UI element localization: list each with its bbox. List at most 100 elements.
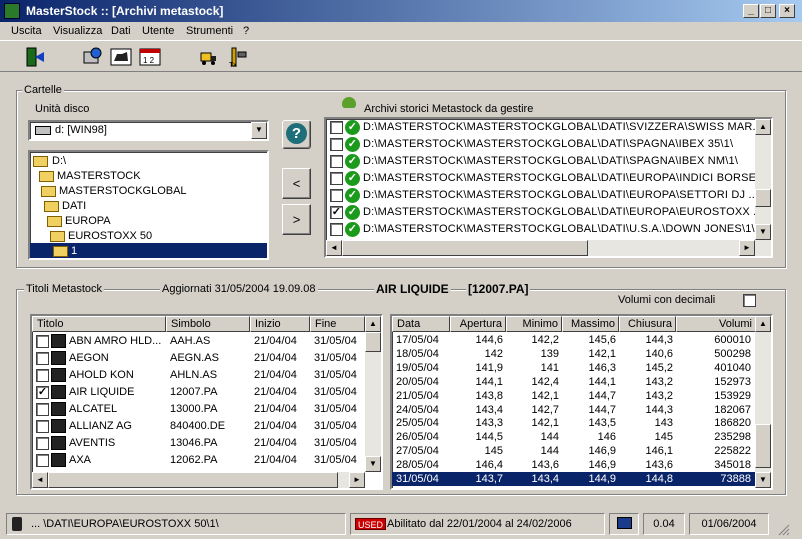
col-header-chiusura[interactable]: Chiusura: [619, 316, 676, 332]
archivio-checkbox[interactable]: [330, 172, 343, 185]
archivio-item[interactable]: ✓ D:\MASTERSTOCK\MASTERSTOCKGLOBAL\DATI\E…: [326, 187, 771, 204]
volumi-decimali-checkbox[interactable]: [743, 294, 756, 307]
quote-row[interactable]: 21/05/04 143,8 142,1 144,7 143,2 153929: [392, 389, 755, 403]
table-row[interactable]: ALLIANZ AG 840400.DE 21/04/04 31/05/04: [32, 418, 365, 435]
drive-select[interactable]: d: [WIN98] ▼: [28, 120, 269, 141]
table-row[interactable]: AEGON AEGN.AS 21/04/04 31/05/04: [32, 350, 365, 367]
scroll-down-icon[interactable]: ▼: [755, 224, 771, 240]
quote-row[interactable]: 28/05/04 146,4 143,6 146,9 143,6 345018: [392, 458, 755, 472]
quote-cell: 143,6: [645, 459, 673, 472]
col-header-data[interactable]: Data: [392, 316, 450, 332]
table-row[interactable]: ABN AMRO HLD... AAH.AS 21/04/04 31/05/04: [32, 333, 365, 350]
bull-icon[interactable]: [110, 46, 132, 68]
quote-row[interactable]: 19/05/04 141,9 141 146,3 145,2 401040: [392, 361, 755, 375]
scroll-up-icon[interactable]: ▲: [755, 119, 771, 135]
scroll-thumb[interactable]: [48, 472, 338, 488]
scroll-right-icon[interactable]: ►: [739, 240, 755, 256]
scroll-thumb[interactable]: [342, 240, 588, 256]
folder-tree[interactable]: D:\ MASTERSTOCK MASTERSTOCKGLOBAL DATI E…: [28, 150, 269, 260]
quote-row[interactable]: 25/05/04 143,3 142,1 143,5 143 186820: [392, 416, 755, 430]
archivi-vscrollbar[interactable]: ▲ ▼: [755, 119, 771, 240]
scroll-thumb[interactable]: [755, 424, 771, 468]
scroll-right-icon[interactable]: ►: [349, 472, 365, 488]
col-header-simbolo[interactable]: Simbolo: [166, 316, 250, 332]
col-header-inizio[interactable]: Inizio: [250, 316, 310, 332]
col-header-titolo[interactable]: Titolo: [32, 316, 166, 332]
table-row[interactable]: AXA 12062.PA 21/04/04 31/05/04: [32, 452, 365, 469]
move-left-button[interactable]: <: [282, 168, 311, 199]
archivio-checkbox[interactable]: [330, 138, 343, 151]
scroll-up-icon[interactable]: ▲: [755, 316, 771, 332]
chevron-down-icon[interactable]: ▼: [251, 122, 267, 139]
scroll-left-icon[interactable]: ◄: [32, 472, 48, 488]
menu-uscita[interactable]: Uscita: [11, 25, 42, 37]
archivio-checkbox[interactable]: [330, 223, 343, 236]
quote-row[interactable]: 17/05/04 144,6 142,2 145,6 144,3 600010: [392, 333, 755, 347]
row-checkbox[interactable]: [36, 454, 49, 467]
row-checkbox[interactable]: [36, 369, 49, 382]
quote-cell: 142,4: [531, 375, 559, 388]
truck-icon[interactable]: [198, 46, 220, 68]
row-checkbox[interactable]: [36, 335, 49, 348]
archivio-item[interactable]: ✓ D:\MASTERSTOCK\MASTERSTOCKGLOBAL\DATI\U…: [326, 221, 771, 238]
archivio-checkbox-checked[interactable]: ✓: [330, 206, 343, 219]
scroll-left-icon[interactable]: ◄: [326, 240, 342, 256]
menu-utente[interactable]: Utente: [142, 25, 174, 37]
col-header-apertura[interactable]: Apertura: [450, 316, 506, 332]
calendar-icon[interactable]: 1 2: [139, 46, 161, 68]
scroll-thumb[interactable]: [755, 189, 771, 207]
menu-dati[interactable]: Dati: [111, 25, 131, 37]
quotes-table[interactable]: Data Apertura Minimo Massimo Chiusura Vo…: [390, 314, 773, 490]
computer-globe-icon[interactable]: [82, 46, 104, 68]
tree-item-selected[interactable]: 1: [30, 243, 267, 258]
col-header-minimo[interactable]: Minimo: [506, 316, 562, 332]
quote-row-selected[interactable]: 31/05/04 143,7 143,4 144,9 144,8 73888: [392, 472, 755, 486]
menu-visualizza[interactable]: Visualizza: [53, 25, 102, 37]
resize-grip-icon[interactable]: [776, 522, 790, 536]
menu-strumenti[interactable]: Strumenti: [186, 25, 233, 37]
row-checkbox[interactable]: [36, 352, 49, 365]
row-checkbox[interactable]: [36, 437, 49, 450]
archivio-item[interactable]: ✓ D:\MASTERSTOCK\MASTERSTOCKGLOBAL\DATI\S…: [326, 136, 771, 153]
row-checkbox[interactable]: [36, 420, 49, 433]
archivio-checkbox[interactable]: [330, 155, 343, 168]
col-header-volumi[interactable]: Volumi: [676, 316, 756, 332]
help-button[interactable]: ?: [282, 120, 311, 149]
row-checkbox[interactable]: [36, 403, 49, 416]
titoli-vscrollbar[interactable]: ▲ ▼: [365, 316, 381, 472]
archivi-list[interactable]: ✓ D:\MASTERSTOCK\MASTERSTOCKGLOBAL\DATI\S…: [324, 117, 773, 258]
minimize-button[interactable]: _: [743, 4, 759, 18]
move-right-button[interactable]: >: [282, 204, 311, 235]
close-button[interactable]: ×: [779, 4, 795, 18]
archivi-hscrollbar[interactable]: ◄ ►: [326, 240, 771, 256]
quote-row[interactable]: 20/05/04 144,1 142,4 144,1 143,2 152973: [392, 375, 755, 389]
archivio-item[interactable]: ✓ D:\MASTERSTOCK\MASTERSTOCKGLOBAL\DATI\S…: [326, 119, 771, 136]
exit-door-icon[interactable]: [24, 46, 46, 68]
archivio-item[interactable]: ✓ D:\MASTERSTOCK\MASTERSTOCKGLOBAL\DATI\E…: [326, 170, 771, 187]
scroll-up-icon[interactable]: ▲: [365, 316, 381, 332]
table-row[interactable]: AVENTIS 13046.PA 21/04/04 31/05/04: [32, 435, 365, 452]
table-row-selected[interactable]: ✓ AIR LIQUIDE 12007.PA 21/04/04 31/05/04: [32, 384, 365, 401]
tools-icon[interactable]: Tx: [226, 46, 248, 69]
col-header-massimo[interactable]: Massimo: [562, 316, 619, 332]
menu-help[interactable]: ?: [243, 25, 249, 37]
archivio-item[interactable]: ✓ ✓ D:\MASTERSTOCK\MASTERSTOCKGLOBAL\DATI\…: [326, 204, 771, 221]
maximize-button[interactable]: □: [760, 4, 776, 18]
archivio-item[interactable]: ✓ D:\MASTERSTOCK\MASTERSTOCKGLOBAL\DATI\S…: [326, 153, 771, 170]
quotes-vscrollbar[interactable]: ▲ ▼: [755, 316, 771, 488]
titoli-table[interactable]: Titolo Simbolo Inizio Fine ABN AMRO HLD.…: [30, 314, 383, 490]
archivio-checkbox[interactable]: [330, 189, 343, 202]
col-header-fine[interactable]: Fine: [310, 316, 365, 332]
table-row[interactable]: AHOLD KON AHLN.AS 21/04/04 31/05/04: [32, 367, 365, 384]
quote-row[interactable]: 26/05/04 144,5 144 146 145 235298: [392, 430, 755, 444]
archivio-checkbox[interactable]: [330, 121, 343, 134]
titoli-hscrollbar[interactable]: ◄ ►: [32, 472, 365, 488]
row-checkbox-checked[interactable]: ✓: [36, 386, 49, 399]
quote-row[interactable]: 24/05/04 143,4 142,7 144,7 144,3 182067: [392, 403, 755, 417]
table-row[interactable]: ALCATEL 13000.PA 21/04/04 31/05/04: [32, 401, 365, 418]
scroll-down-icon[interactable]: ▼: [755, 472, 771, 488]
quote-row[interactable]: 27/05/04 145 144 146,9 146,1 225822: [392, 444, 755, 458]
scroll-down-icon[interactable]: ▼: [365, 456, 381, 472]
quote-row[interactable]: 18/05/04 142 139 142,1 140,6 500298: [392, 347, 755, 361]
scroll-thumb[interactable]: [365, 332, 381, 352]
